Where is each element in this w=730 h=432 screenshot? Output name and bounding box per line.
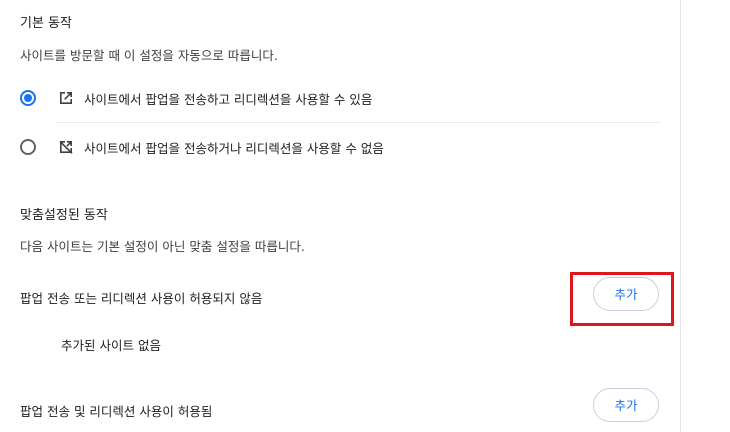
- radio-button-unselected[interactable]: [20, 139, 36, 155]
- radio-button-selected[interactable]: [20, 90, 36, 106]
- option-divider: [56, 122, 660, 123]
- default-behavior-title: 기본 동작: [20, 16, 72, 31]
- default-behavior-description: 사이트를 방문할 때 이 설정을 자동으로 따릅니다.: [20, 48, 278, 63]
- custom-behavior-title: 맞춤설정된 동작: [20, 208, 108, 223]
- open-in-new-icon: [60, 92, 72, 104]
- open-in-new-off-icon: [59, 140, 73, 154]
- allowed-section-label: 팝업 전송 및 리디렉션 사용이 허용됨: [20, 404, 213, 419]
- highlight-box: [570, 272, 674, 326]
- add-allowed-site-button[interactable]: 추가: [593, 388, 659, 422]
- option-allow-label: 사이트에서 팝업을 전송하고 리디렉션을 사용할 수 있음: [84, 92, 373, 107]
- no-sites-added-text: 추가된 사이트 없음: [61, 338, 161, 353]
- right-gutter: [681, 0, 730, 432]
- custom-behavior-description: 다음 사이트는 기본 설정이 아닌 맞춤 설정을 따릅니다.: [20, 239, 305, 254]
- option-block-label: 사이트에서 팝업을 전송하거나 리디렉션을 사용할 수 없음: [84, 141, 384, 156]
- blocked-section-label: 팝업 전송 또는 리디렉션 사용이 허용되지 않음: [20, 291, 263, 306]
- settings-panel: 기본 동작 사이트를 방문할 때 이 설정을 자동으로 따릅니다. 사이트에서 …: [0, 0, 680, 432]
